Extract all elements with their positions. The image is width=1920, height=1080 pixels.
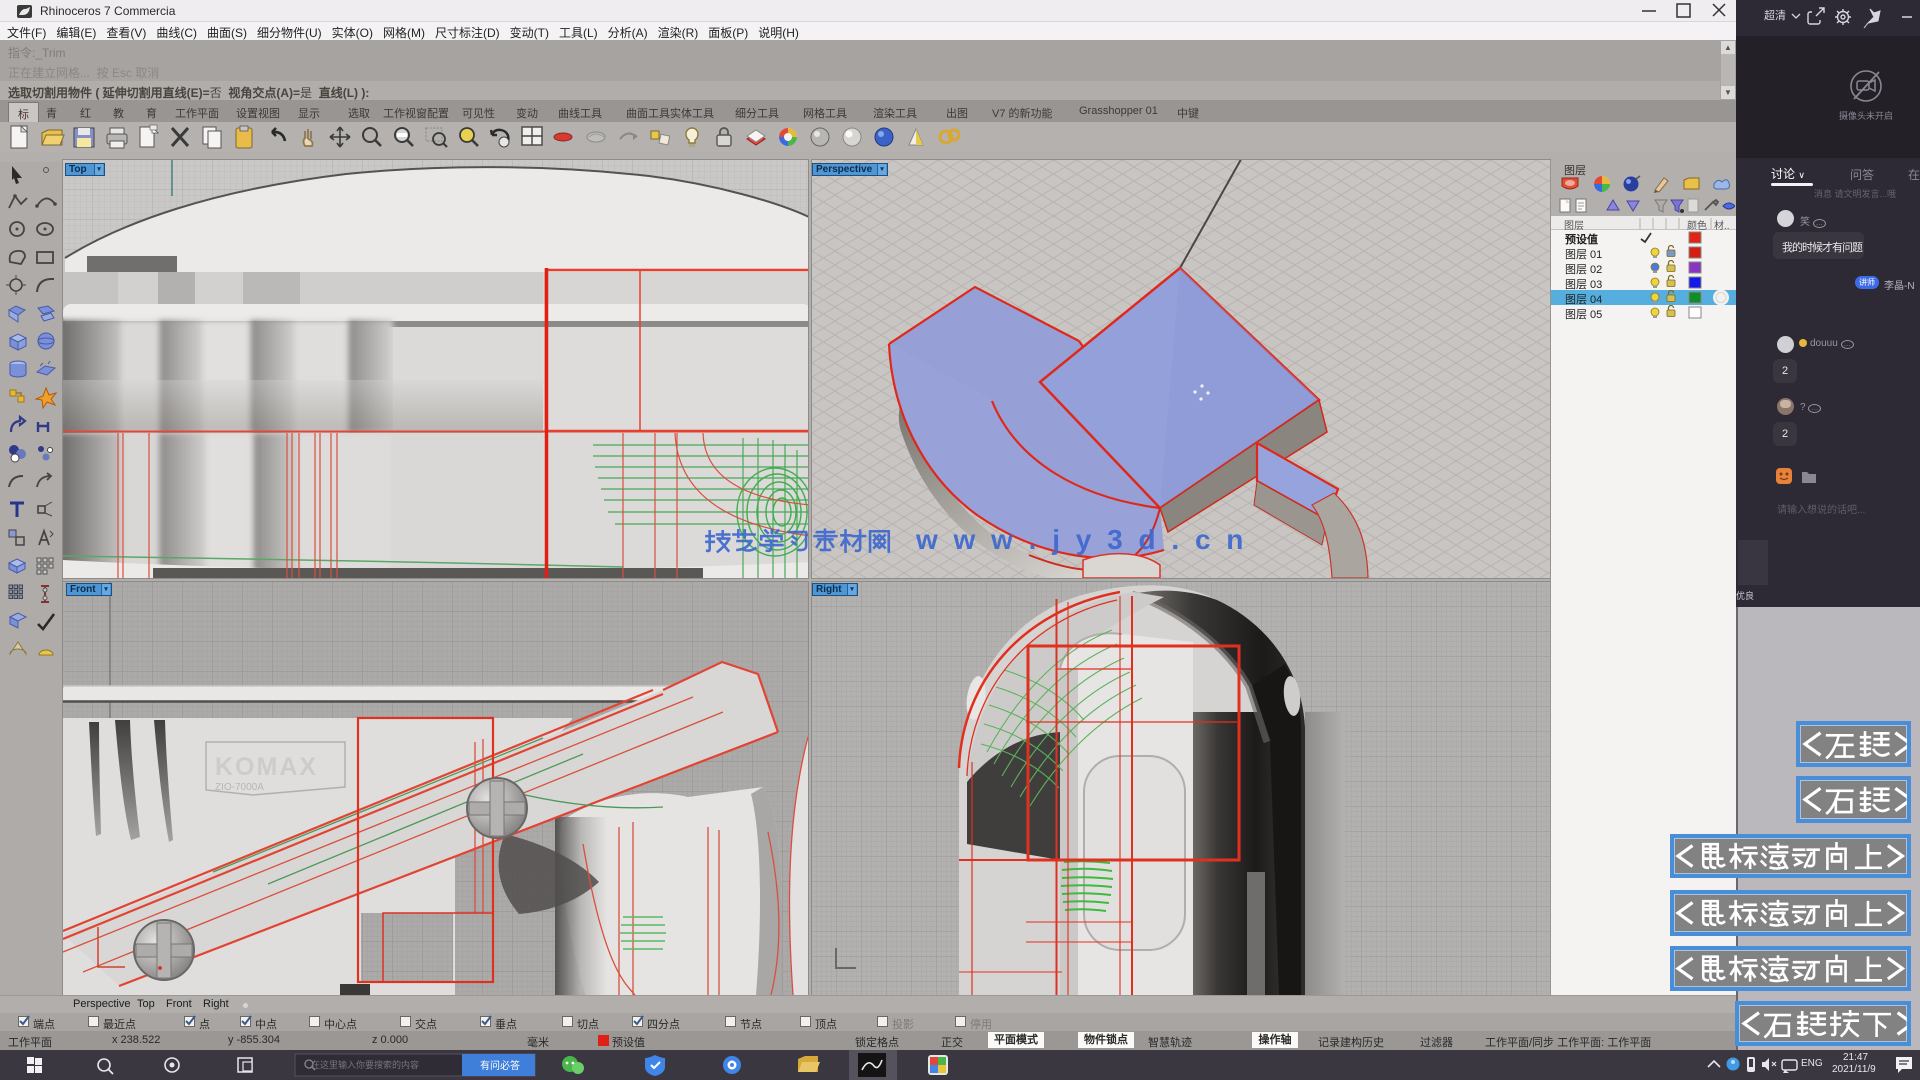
svg-text:KOMAX: KOMAX xyxy=(215,753,318,781)
svg-text:ZIO-7000A: ZIO-7000A xyxy=(215,782,264,793)
